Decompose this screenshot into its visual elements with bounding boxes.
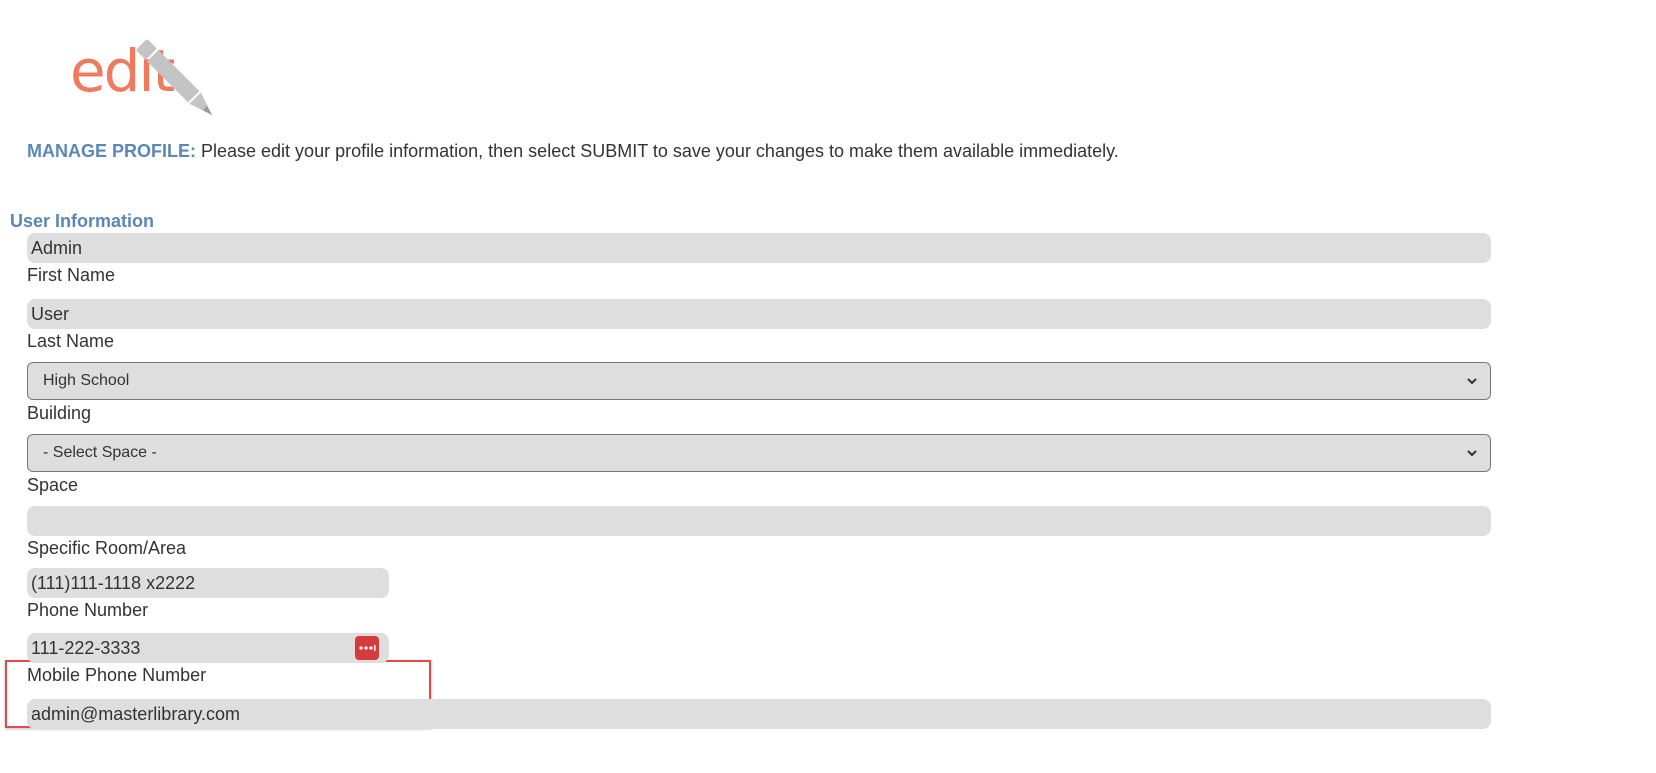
space-select[interactable]: - Select Space - [27,434,1491,472]
edit-logo: edit [70,39,230,130]
chevron-down-icon [1467,450,1477,457]
email-input[interactable]: admin@masterlibrary.com [27,699,1491,729]
room-label: Specific Room/Area [27,538,187,558]
first-name-label: First Name [27,265,116,285]
space-selected: - Select Space - [43,444,157,461]
last-name-input[interactable]: User [27,299,1491,329]
profile-page: edit MANAGE PROFILE: Please edit your pr… [0,0,1656,773]
last-name-label: Last Name [27,331,115,351]
building-label: Building [27,403,92,423]
phone-label: Phone Number [27,600,149,620]
space-label: Space [27,475,79,495]
pencil-icon [136,39,213,116]
section-title: User Information [10,211,155,231]
phone-input[interactable]: (111)111-1118 x2222 [27,568,389,598]
mobile-phone-label: Mobile Phone Number [27,665,207,685]
first-name-input[interactable]: Admin [27,233,1491,263]
intro-body: Please edit your profile information, th… [196,141,1119,161]
chevron-down-icon [1467,378,1477,385]
mobile-phone-input[interactable]: 111-222-3333 [27,633,389,663]
room-input[interactable] [27,506,1491,536]
intro-label: MANAGE PROFILE: [27,141,196,161]
building-select[interactable]: High School [27,362,1491,400]
building-selected: High School [43,372,130,389]
intro-text: MANAGE PROFILE: Please edit your profile… [27,141,1119,162]
dots-icon [359,645,376,651]
password-manager-icon[interactable] [355,636,379,660]
